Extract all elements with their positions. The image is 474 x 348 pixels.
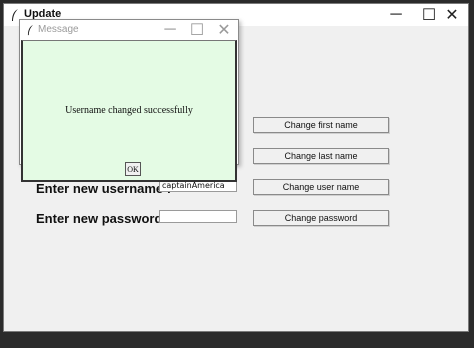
ok-button[interactable]: OK [125, 162, 141, 176]
feather-icon [27, 24, 34, 36]
dialog-message: Username changed successfully [65, 105, 193, 116]
change-password-button[interactable]: Change password [253, 210, 389, 226]
dialog-maximize-button[interactable]: ☐ [183, 20, 211, 40]
username-label: Enter new username : [36, 181, 172, 196]
change-first-name-button[interactable]: Change first name [253, 117, 389, 133]
dialog-minimize-button[interactable]: ─ [156, 20, 184, 40]
change-last-name-button[interactable]: Change last name [253, 148, 389, 164]
dialog-title: Message [38, 24, 79, 35]
change-user-name-button[interactable]: Change user name [253, 179, 389, 195]
password-label: Enter new password : [36, 211, 171, 226]
dialog-body: Username changed successfully OK [21, 40, 237, 182]
dialog-close-button[interactable]: ✕ [210, 20, 238, 40]
message-dialog: Message ─ ☐ ✕ Username changed successfu… [19, 19, 239, 182]
close-button[interactable]: ✕ [435, 4, 469, 26]
dialog-titlebar[interactable]: Message ─ ☐ ✕ [20, 20, 238, 40]
password-input[interactable] [159, 210, 237, 223]
minimize-button[interactable]: ─ [379, 4, 413, 26]
